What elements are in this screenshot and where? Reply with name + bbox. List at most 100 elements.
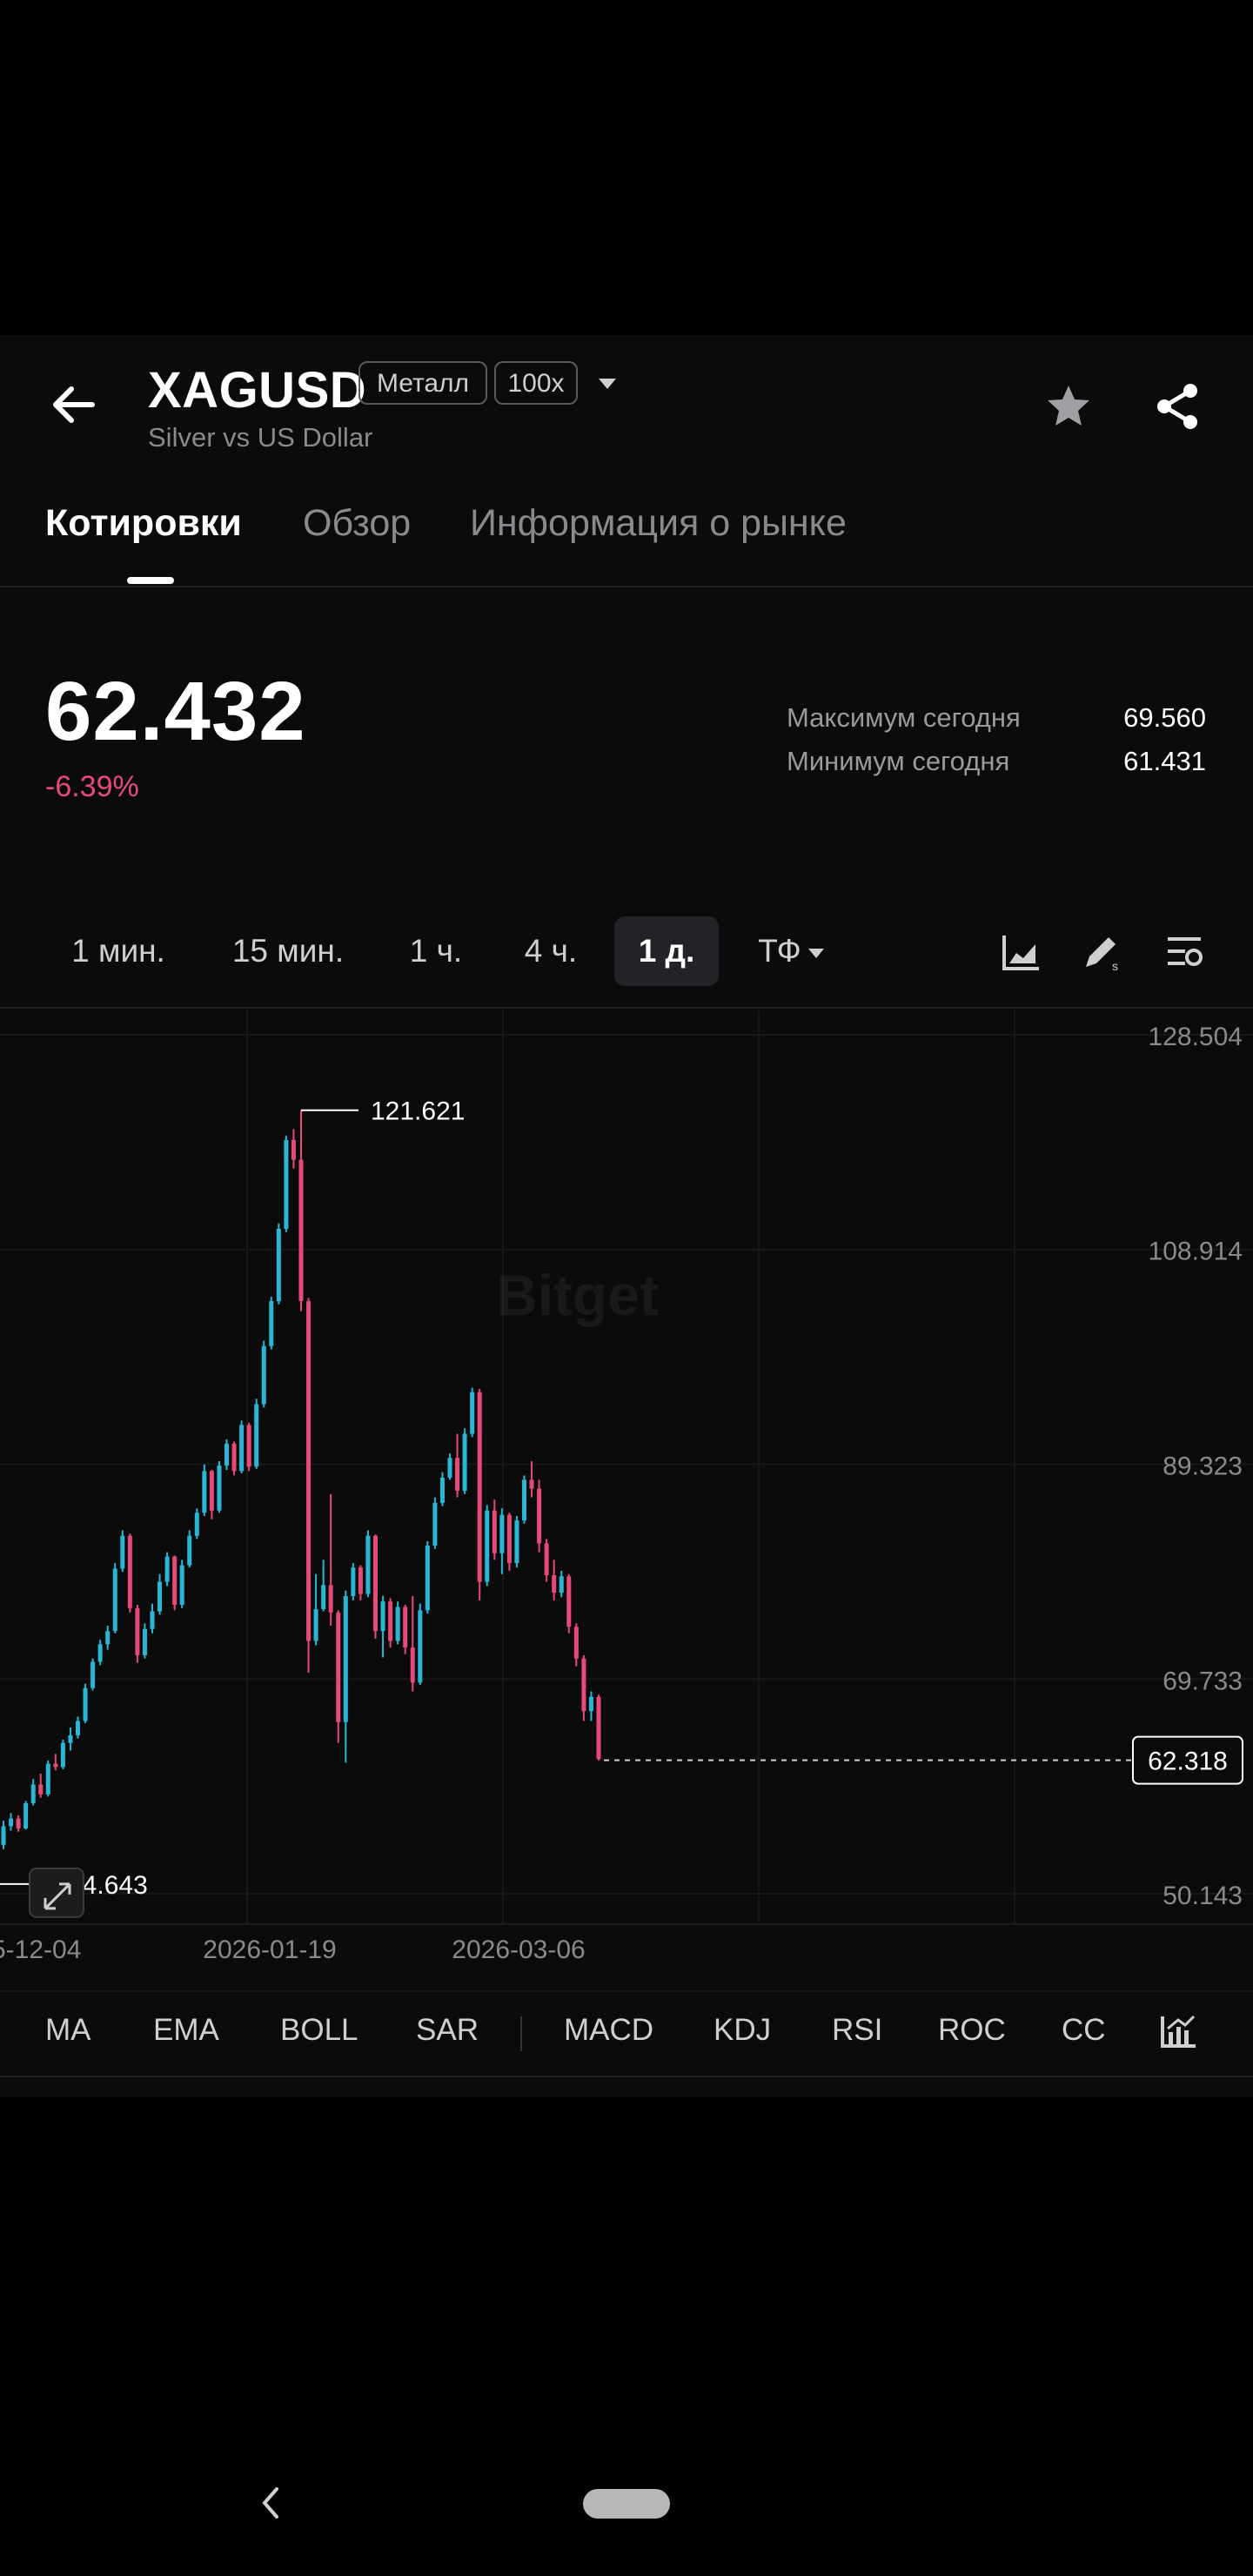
candle-body — [276, 1228, 281, 1302]
candle-body — [30, 1784, 36, 1803]
candle-body — [596, 1696, 601, 1760]
candle-body — [90, 1661, 96, 1688]
candle-body — [432, 1502, 438, 1546]
candle-body — [573, 1627, 579, 1659]
candle-body — [38, 1784, 44, 1794]
indicator-kdj[interactable]: KDJ — [714, 2013, 771, 2048]
candle-body — [142, 1628, 147, 1655]
candle-body — [157, 1581, 163, 1612]
candle-body — [351, 1567, 356, 1596]
candle-body — [358, 1567, 363, 1594]
indicator-ema[interactable]: EMA — [153, 2013, 219, 2048]
system-back-icon[interactable] — [258, 2485, 284, 2520]
candle-body — [135, 1607, 140, 1655]
watermark-text: Bitget — [496, 1263, 659, 1327]
candle-body — [291, 1139, 296, 1160]
candle-body — [321, 1585, 326, 1610]
candle-body — [395, 1607, 400, 1641]
candle-body — [150, 1611, 155, 1629]
candle-body — [544, 1543, 549, 1576]
x-tick-label: 2026-03-06 — [452, 1935, 585, 1964]
candle-body — [439, 1477, 445, 1503]
system-home-pill[interactable] — [583, 2489, 670, 2519]
chart-settings-icon[interactable] — [1163, 930, 1206, 974]
y-tick-label: 50.143 — [1163, 1882, 1243, 1910]
candle-body — [336, 1612, 341, 1722]
indicator-cc[interactable]: CC — [1062, 2013, 1106, 2048]
day-low-value: 61.431 — [1123, 746, 1206, 776]
candle-body — [239, 1425, 245, 1472]
draw-icon[interactable]: s — [1079, 930, 1122, 974]
candle-body — [499, 1514, 505, 1553]
timeframe-4h[interactable]: 4 ч. — [505, 916, 597, 986]
indicator-sar[interactable]: SAR — [416, 2013, 479, 2048]
candle-body — [418, 1610, 423, 1683]
candle-body — [60, 1742, 65, 1768]
timeframe-1m[interactable]: 1 мин. — [49, 916, 188, 986]
candle-body — [164, 1556, 170, 1582]
candle-body — [365, 1535, 371, 1594]
tab-overview[interactable]: Обзор — [303, 502, 411, 545]
last-price-label: 62.318 — [1148, 1748, 1228, 1776]
timeframe-more[interactable]: ТФ — [743, 916, 839, 986]
indicator-boll[interactable]: BOLL — [280, 2013, 358, 2048]
chart-type-icon[interactable] — [999, 930, 1042, 974]
indicator-ma[interactable]: MA — [45, 2013, 91, 2048]
timeframe-1h[interactable]: 1 ч. — [390, 916, 482, 986]
candle-body — [53, 1763, 58, 1768]
candle-body — [120, 1535, 125, 1569]
candle-body — [514, 1520, 519, 1564]
candle-body — [306, 1301, 312, 1641]
candle-body — [269, 1301, 274, 1346]
indicator-divider-bottom — [0, 2076, 1253, 2077]
candle-body — [410, 1647, 415, 1683]
toolbar-divider — [0, 1007, 1253, 1009]
candle-body — [76, 1721, 80, 1735]
candle-body — [23, 1802, 29, 1828]
candle-body — [492, 1510, 497, 1553]
candle-body — [209, 1471, 214, 1511]
day-low-label: Минимум сегодня — [787, 746, 1010, 776]
candle-body — [179, 1565, 184, 1606]
indicator-roc[interactable]: ROC — [938, 2013, 1006, 2048]
share-icon[interactable] — [1152, 380, 1204, 433]
candle-body — [447, 1458, 452, 1478]
candle-body — [224, 1443, 229, 1466]
candle-body — [588, 1696, 593, 1712]
candle-body — [68, 1734, 73, 1743]
candlestick-chart[interactable]: 128.504 108.914 89.323 69.733 50.143 Bitget 12… — [0, 1010, 1253, 1989]
symbol-title: XAGUSD — [148, 362, 367, 419]
candle-body — [425, 1546, 430, 1611]
symbol-dropdown-icon[interactable] — [597, 377, 618, 391]
candle-body — [485, 1510, 490, 1582]
tab-active-indicator — [127, 577, 174, 584]
candle-body — [83, 1687, 88, 1721]
timeframe-1d[interactable]: 1 д. — [614, 916, 719, 986]
day-high-value: 69.560 — [1123, 702, 1206, 733]
x-tick-label: 2026-01-19 — [203, 1935, 336, 1964]
timeframe-15m[interactable]: 15 мин. — [214, 916, 362, 986]
candle-body — [202, 1471, 207, 1513]
indicator-group-separator — [520, 2016, 522, 2051]
candle-body — [522, 1479, 526, 1521]
candle-body — [373, 1535, 378, 1632]
indicator-rsi[interactable]: RSI — [832, 2013, 882, 2048]
candle-body — [16, 1818, 21, 1828]
indicator-divider-top — [0, 1990, 1253, 1992]
timeframe-more-label: ТФ — [758, 933, 801, 969]
candle-body — [246, 1425, 251, 1467]
candle-body — [537, 1488, 542, 1544]
candle-body — [403, 1607, 408, 1648]
y-tick-label: 108.914 — [1149, 1238, 1243, 1266]
indicator-settings-icon[interactable] — [1157, 2009, 1199, 2051]
back-arrow-icon[interactable] — [45, 377, 101, 433]
quote-screen: XAGUSD Металл 100x Silver vs US Dollar К… — [0, 335, 1253, 2097]
price-change: -6.39% — [45, 770, 139, 803]
candle-body — [462, 1433, 467, 1492]
favorite-star-icon[interactable] — [1042, 380, 1095, 433]
candle-body — [261, 1345, 266, 1405]
indicator-macd[interactable]: MACD — [564, 2013, 653, 2048]
tab-quotes[interactable]: Котировки — [45, 502, 242, 545]
candle-body — [328, 1585, 333, 1613]
tab-market-info[interactable]: Информация о рынке — [470, 502, 847, 545]
